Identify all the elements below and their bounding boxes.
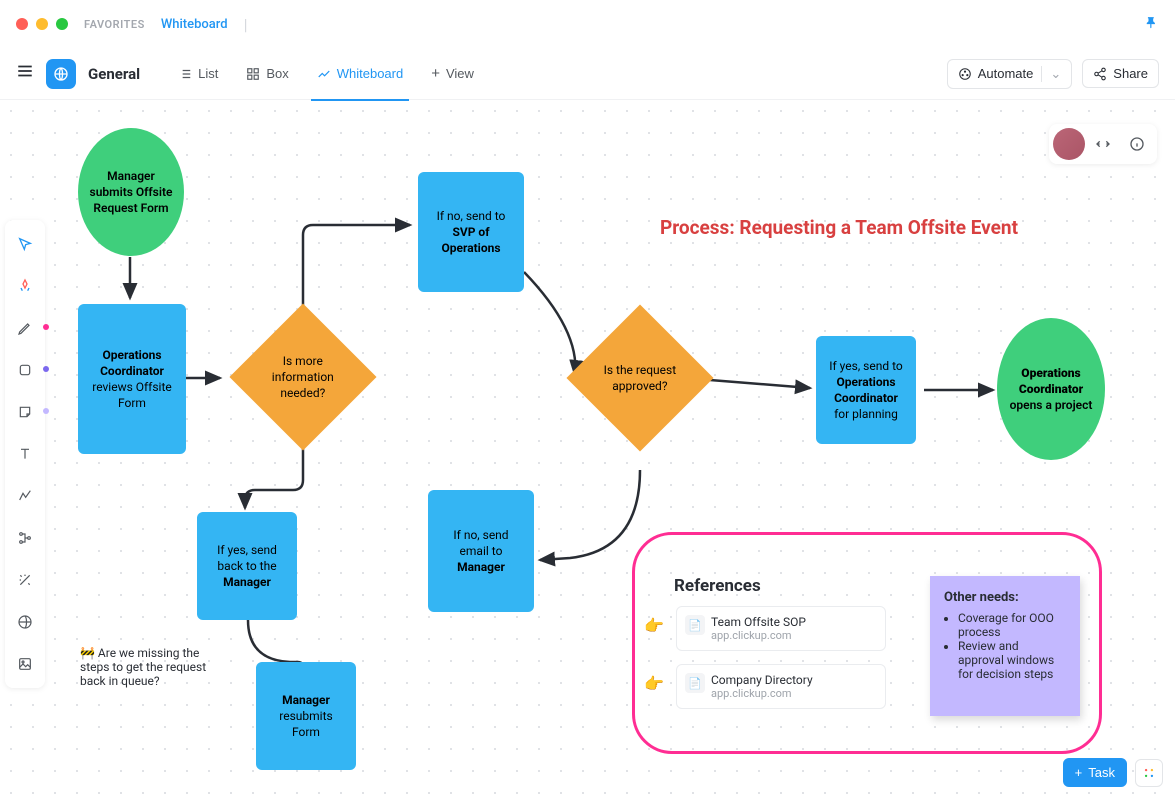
pin-icon[interactable]	[1145, 15, 1159, 34]
pointer-emoji-2: 👉	[644, 674, 664, 693]
avatar[interactable]	[1053, 128, 1085, 160]
automate-chevron-down-icon[interactable]: ⌄	[1041, 66, 1061, 82]
hamburger-menu-icon[interactable]	[16, 62, 34, 85]
plus-icon: +	[1075, 765, 1083, 780]
node-deny-text: If no, send email to Manager	[438, 527, 524, 576]
drawing-toolbar	[5, 220, 45, 688]
favorites-label: FAVORITES	[84, 18, 145, 31]
reference-card-directory[interactable]: 📄 Company Directory app.clickup.com	[676, 664, 886, 709]
node-start-text: Manager submits Offsite Request Form	[88, 168, 174, 217]
minimize-window-icon[interactable]	[36, 18, 48, 30]
space-globe-icon[interactable]	[46, 59, 76, 89]
web-tool-icon[interactable]	[11, 608, 39, 636]
node-decision-more-info-text: Is more information needed?	[261, 353, 345, 402]
connector-tool-icon[interactable]	[11, 482, 39, 510]
node-decision-approved-text: Is the request approved?	[598, 362, 682, 394]
canvas-controls	[1049, 124, 1157, 164]
node-end[interactable]: Operations Coordinator opens a project	[997, 318, 1105, 460]
image-tool-icon[interactable]	[11, 650, 39, 678]
process-title: Process: Requesting a Team Offsite Event	[660, 216, 1018, 239]
shape-tool-icon[interactable]	[11, 356, 39, 384]
automate-label: Automate	[978, 66, 1034, 81]
node-deny-email[interactable]: If no, send email to Manager	[428, 490, 534, 612]
add-view-button[interactable]: +View	[417, 48, 488, 100]
view-list-label: List	[198, 66, 218, 81]
node-resubmit[interactable]: Manager resubmits Form	[256, 662, 356, 770]
tab-separator: |	[244, 15, 248, 34]
space-name[interactable]: General	[88, 65, 140, 83]
info-icon[interactable]	[1121, 128, 1153, 160]
sticky-list: Coverage for OOO process Review and appr…	[958, 611, 1066, 681]
references-heading: References	[674, 576, 761, 596]
whiteboard-canvas[interactable]: Process: Requesting a Team Offsite Event…	[0, 100, 1175, 805]
reference-sop-title: Team Offsite SOP	[711, 615, 875, 629]
node-sendback-text: If yes, send back to the Manager	[207, 542, 287, 591]
task-button-label: Task	[1088, 765, 1115, 780]
node-svp-text: If no, send to SVP of Operations	[428, 208, 514, 257]
select-tool-icon[interactable]	[11, 230, 39, 258]
automate-button[interactable]: Automate ⌄	[947, 59, 1073, 89]
reference-card-sop[interactable]: 📄 Team Offsite SOP app.clickup.com	[676, 606, 886, 651]
view-whiteboard-label: Whiteboard	[337, 66, 403, 81]
reference-sop-url: app.clickup.com	[711, 629, 875, 642]
node-sendback[interactable]: If yes, send back to the Manager	[197, 512, 297, 620]
sticky-item-2: Review and approval windows for decision…	[958, 639, 1066, 681]
view-box-label: Box	[266, 66, 288, 81]
maximize-window-icon[interactable]	[56, 18, 68, 30]
comment-note[interactable]: 🚧 Are we missing the steps to get the re…	[80, 646, 210, 688]
pen-tool-icon[interactable]	[11, 314, 39, 342]
sticky-tool-icon[interactable]	[11, 398, 39, 426]
view-box[interactable]: Box	[232, 48, 302, 100]
node-end-text: Operations Coordinator opens a project	[1007, 365, 1095, 414]
view-whiteboard[interactable]: Whiteboard	[303, 48, 417, 100]
node-start[interactable]: Manager submits Offsite Request Form	[78, 128, 184, 256]
main-toolbar: General List Box Whiteboard +View Automa…	[0, 48, 1175, 100]
window-chrome: FAVORITES Whiteboard |	[0, 0, 1175, 48]
org-tool-icon[interactable]	[11, 524, 39, 552]
pointer-emoji-1: 👉	[644, 616, 664, 635]
node-svp[interactable]: If no, send to SVP of Operations	[418, 172, 524, 292]
new-task-button[interactable]: + Task	[1063, 758, 1127, 787]
sticky-item-1: Coverage for OOO process	[958, 611, 1066, 639]
views-switcher: List Box Whiteboard +View	[164, 48, 488, 100]
add-view-label: View	[446, 66, 474, 81]
favorites-tab-whiteboard[interactable]: Whiteboard	[161, 17, 228, 32]
close-window-icon[interactable]	[16, 18, 28, 30]
sticky-title: Other needs:	[944, 590, 1019, 605]
ai-tool-icon[interactable]	[11, 272, 39, 300]
share-button[interactable]: Share	[1082, 59, 1159, 88]
node-resubmit-text: Manager resubmits Form	[266, 692, 346, 741]
node-planning[interactable]: If yes, send to Operations Coordinator f…	[816, 336, 916, 444]
view-list[interactable]: List	[164, 48, 232, 100]
doc-icon: 📄	[685, 615, 705, 635]
node-decision-more-info[interactable]: Is more information needed?	[229, 303, 376, 450]
node-decision-approved[interactable]: Is the request approved?	[566, 304, 713, 451]
share-label: Share	[1113, 66, 1148, 81]
node-review-text: Operations Coordinator reviews Offsite F…	[88, 347, 176, 412]
node-planning-text: If yes, send to Operations Coordinator f…	[826, 358, 906, 423]
fit-icon[interactable]	[1087, 128, 1119, 160]
sticky-other-needs[interactable]: Other needs: Coverage for OOO process Re…	[930, 576, 1080, 716]
magic-tool-icon[interactable]	[11, 566, 39, 594]
apps-button[interactable]	[1135, 759, 1163, 787]
node-review[interactable]: Operations Coordinator reviews Offsite F…	[78, 304, 186, 454]
reference-directory-title: Company Directory	[711, 673, 875, 687]
reference-directory-url: app.clickup.com	[711, 687, 875, 700]
doc-icon: 📄	[685, 673, 705, 693]
traffic-lights	[16, 18, 68, 30]
text-tool-icon[interactable]	[11, 440, 39, 468]
